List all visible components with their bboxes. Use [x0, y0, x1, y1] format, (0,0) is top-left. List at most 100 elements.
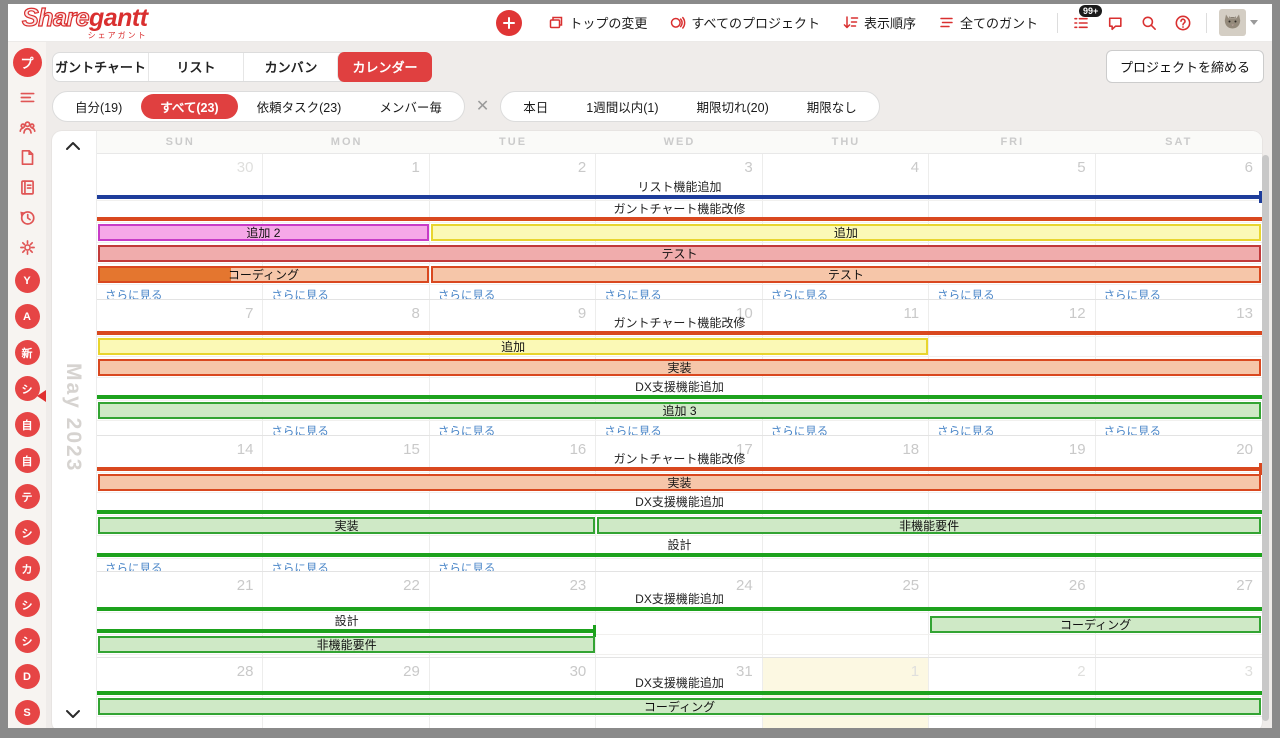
see-more-link[interactable]: さらに見る: [604, 423, 662, 435]
tab-リスト[interactable]: リスト: [148, 52, 243, 81]
scope-filter-pill[interactable]: すべて(23): [141, 94, 238, 119]
sidebar-document-button[interactable]: [18, 148, 37, 167]
see-more-link[interactable]: さらに見る: [105, 287, 163, 299]
see-more-link[interactable]: さらに見る: [438, 560, 496, 571]
scrollbar[interactable]: [1262, 155, 1269, 721]
project-avatar[interactable]: A: [14, 304, 40, 329]
scope-filter-pill[interactable]: 依頼タスク(23): [238, 92, 361, 121]
task-bar[interactable]: 非機能要件: [98, 636, 596, 653]
task-label: 追加: [501, 340, 526, 354]
see-more-link[interactable]: さらに見る: [771, 287, 829, 299]
nav-item-projects[interactable]: すべてのプロジェクト: [669, 13, 820, 32]
nav-item-sort[interactable]: 表示順序: [842, 13, 916, 32]
see-more-link[interactable]: さらに見る: [937, 287, 995, 299]
task-bar[interactable]: コーディング: [930, 616, 1261, 633]
chevron-up-icon: [66, 142, 80, 150]
see-more-link[interactable]: さらに見る: [271, 560, 329, 571]
task-bar[interactable]: コーディング: [98, 698, 1261, 715]
calendar-card: May 2023 SUN MON TUE WED THU FRI SAT 30 1 2 3 4 5 6 リ…: [52, 131, 1262, 728]
sidebar-history-button[interactable]: [18, 208, 37, 227]
chat-button[interactable]: [1106, 14, 1124, 32]
see-more-link[interactable]: さらに見る: [771, 423, 829, 435]
tab-カンバン[interactable]: カンバン: [243, 52, 338, 81]
project-avatar[interactable]: D: [14, 664, 40, 689]
see-more-link[interactable]: さらに見る: [105, 560, 163, 571]
tab-ガントチャート[interactable]: ガントチャート: [53, 53, 148, 81]
sidebar-menu-button[interactable]: [18, 88, 37, 107]
project-avatar[interactable]: 自: [14, 448, 40, 473]
project-avatar[interactable]: シ: [14, 592, 40, 617]
add-button[interactable]: [496, 9, 523, 36]
nav-item-window[interactable]: トップの変更: [547, 13, 647, 32]
day-number: 21: [236, 577, 254, 594]
due-filter-pill[interactable]: 本日: [504, 92, 567, 121]
task-bar[interactable]: 実装: [98, 517, 596, 534]
scroll-down-chevron[interactable]: [65, 708, 81, 720]
project-avatar[interactable]: 新: [14, 340, 40, 365]
task-bar[interactable]: 追加 3: [98, 402, 1261, 419]
task-bar[interactable]: 追加: [430, 224, 1261, 241]
clear-filter-icon[interactable]: ✕: [476, 98, 489, 115]
checklist-button[interactable]: 99+: [1072, 4, 1103, 32]
task-bar[interactable]: 実装: [98, 474, 1261, 491]
cat-avatar-icon: [1219, 9, 1246, 36]
scroll-up-chevron[interactable]: [65, 140, 81, 152]
see-more-link[interactable]: さらに見る: [438, 423, 496, 435]
task-bar[interactable]: テスト: [430, 266, 1261, 283]
project-avatar[interactable]: カ: [14, 556, 40, 581]
task-row: DX支援機能追加: [97, 676, 1262, 697]
help-button[interactable]: [1174, 14, 1192, 32]
see-more-link[interactable]: さらに見る: [1104, 423, 1162, 435]
see-more-link[interactable]: さらに見る: [271, 287, 329, 299]
tab-カレンダー[interactable]: カレンダー: [337, 51, 432, 82]
task-line[interactable]: [97, 607, 1262, 611]
search-button[interactable]: [1140, 14, 1158, 32]
task-bar[interactable]: コーディング: [98, 266, 429, 283]
task-line[interactable]: [97, 217, 1262, 221]
project-avatar[interactable]: S: [14, 700, 40, 725]
workspace-avatar[interactable]: プ: [12, 48, 42, 77]
task-line[interactable]: [97, 191, 1262, 203]
close-project-button[interactable]: プロジェクトを締める: [1105, 50, 1264, 83]
task-line[interactable]: [97, 691, 1262, 695]
due-filter-pill[interactable]: 期限切れ(20): [678, 92, 788, 121]
task-line[interactable]: [97, 331, 1262, 335]
day-header-tue: TUE: [499, 136, 528, 148]
task-line[interactable]: [97, 510, 1262, 514]
task-bar[interactable]: 実装: [98, 359, 1261, 376]
see-more-link[interactable]: さらに見る: [1104, 287, 1162, 299]
task-line[interactable]: [97, 625, 597, 637]
project-avatar[interactable]: Y: [14, 268, 40, 293]
see-more-link[interactable]: さらに見る: [937, 423, 995, 435]
project-avatar[interactable]: シ: [14, 520, 40, 545]
see-more-link[interactable]: さらに見る: [438, 287, 496, 299]
project-avatar[interactable]: テ: [14, 484, 40, 509]
logo[interactable]: Sharegantt シェアガント: [21, 4, 148, 40]
see-more-link[interactable]: さらに見る: [604, 287, 662, 299]
task-label: 非機能要件: [316, 638, 377, 652]
project-avatar[interactable]: 自: [14, 412, 40, 437]
task-bar[interactable]: 追加: [98, 338, 929, 355]
see-more-link[interactable]: さらに見る: [271, 423, 329, 435]
task-label: コーディング: [643, 700, 716, 714]
scope-filter-pill[interactable]: メンバー毎: [360, 92, 461, 121]
task-line[interactable]: [97, 553, 1262, 557]
sidebar-team-button[interactable]: [18, 118, 37, 137]
project-avatar[interactable]: シ: [14, 628, 40, 653]
task-bar[interactable]: 非機能要件: [597, 517, 1261, 534]
nav-item-gantt-list[interactable]: 全てのガント: [938, 13, 1038, 32]
task-line[interactable]: [97, 463, 1262, 475]
project-avatar[interactable]: シ: [14, 376, 40, 401]
sidebar-gear-button[interactable]: [18, 238, 37, 257]
user-avatar[interactable]: [1219, 9, 1258, 36]
scope-filter-pill[interactable]: 自分(19): [56, 92, 141, 121]
projects-icon: [671, 16, 686, 29]
sidebar-notebook-button[interactable]: [18, 178, 37, 197]
task-bar[interactable]: 追加 2: [98, 224, 429, 241]
due-filter-pill[interactable]: 期限なし: [788, 92, 876, 121]
task-bar[interactable]: テスト: [98, 245, 1261, 262]
calendar-weeks: 30 1 2 3 4 5 6 リスト機能追加 ガントチャート機能改修 追加 2 追加 テスト コーディン…: [97, 154, 1262, 728]
task-row: リスト機能追加: [97, 180, 1262, 203]
due-filter-pill[interactable]: 1週間以内(1): [567, 92, 677, 121]
task-line[interactable]: [97, 395, 1262, 399]
